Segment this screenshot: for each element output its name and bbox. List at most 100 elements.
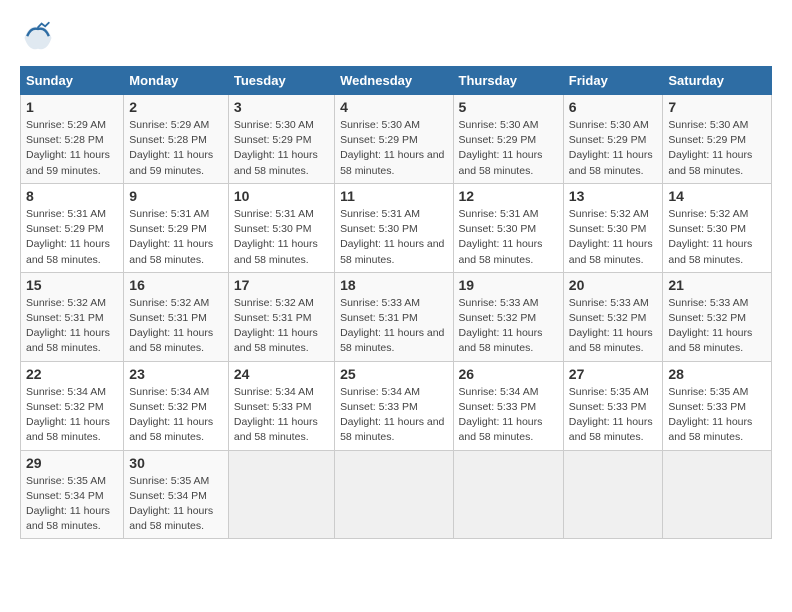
calendar-cell: 13 Sunrise: 5:32 AMSunset: 5:30 PMDaylig…	[563, 183, 663, 272]
day-number: 20	[569, 277, 658, 293]
calendar-cell: 18 Sunrise: 5:33 AMSunset: 5:31 PMDaylig…	[335, 272, 453, 361]
day-number: 14	[668, 188, 766, 204]
calendar-cell: 23 Sunrise: 5:34 AMSunset: 5:32 PMDaylig…	[124, 361, 229, 450]
day-detail: Sunrise: 5:35 AMSunset: 5:33 PMDaylight:…	[668, 385, 766, 446]
calendar-cell: 19 Sunrise: 5:33 AMSunset: 5:32 PMDaylig…	[453, 272, 563, 361]
calendar-week-0: 1 Sunrise: 5:29 AMSunset: 5:28 PMDayligh…	[21, 95, 772, 184]
calendar-cell: 1 Sunrise: 5:29 AMSunset: 5:28 PMDayligh…	[21, 95, 124, 184]
day-number: 10	[234, 188, 329, 204]
calendar-cell: 2 Sunrise: 5:29 AMSunset: 5:28 PMDayligh…	[124, 95, 229, 184]
day-detail: Sunrise: 5:31 AMSunset: 5:29 PMDaylight:…	[26, 207, 118, 268]
calendar-body: 1 Sunrise: 5:29 AMSunset: 5:28 PMDayligh…	[21, 95, 772, 539]
calendar-cell	[453, 450, 563, 539]
calendar-cell: 28 Sunrise: 5:35 AMSunset: 5:33 PMDaylig…	[663, 361, 772, 450]
day-number: 11	[340, 188, 447, 204]
calendar-cell	[563, 450, 663, 539]
day-number: 9	[129, 188, 223, 204]
day-detail: Sunrise: 5:34 AMSunset: 5:32 PMDaylight:…	[26, 385, 118, 446]
calendar-cell: 12 Sunrise: 5:31 AMSunset: 5:30 PMDaylig…	[453, 183, 563, 272]
day-number: 16	[129, 277, 223, 293]
calendar-cell: 4 Sunrise: 5:30 AMSunset: 5:29 PMDayligh…	[335, 95, 453, 184]
day-number: 3	[234, 99, 329, 115]
col-thursday: Thursday	[453, 67, 563, 95]
calendar-cell: 27 Sunrise: 5:35 AMSunset: 5:33 PMDaylig…	[563, 361, 663, 450]
day-number: 25	[340, 366, 447, 382]
calendar-cell: 8 Sunrise: 5:31 AMSunset: 5:29 PMDayligh…	[21, 183, 124, 272]
calendar-table: Sunday Monday Tuesday Wednesday Thursday…	[20, 66, 772, 539]
day-detail: Sunrise: 5:30 AMSunset: 5:29 PMDaylight:…	[340, 118, 447, 179]
day-detail: Sunrise: 5:31 AMSunset: 5:30 PMDaylight:…	[234, 207, 329, 268]
day-detail: Sunrise: 5:33 AMSunset: 5:32 PMDaylight:…	[569, 296, 658, 357]
day-detail: Sunrise: 5:30 AMSunset: 5:29 PMDaylight:…	[668, 118, 766, 179]
day-number: 23	[129, 366, 223, 382]
day-detail: Sunrise: 5:32 AMSunset: 5:30 PMDaylight:…	[569, 207, 658, 268]
col-wednesday: Wednesday	[335, 67, 453, 95]
day-detail: Sunrise: 5:34 AMSunset: 5:33 PMDaylight:…	[340, 385, 447, 446]
calendar-cell: 9 Sunrise: 5:31 AMSunset: 5:29 PMDayligh…	[124, 183, 229, 272]
day-number: 30	[129, 455, 223, 471]
day-number: 21	[668, 277, 766, 293]
day-number: 4	[340, 99, 447, 115]
day-detail: Sunrise: 5:34 AMSunset: 5:33 PMDaylight:…	[459, 385, 558, 446]
day-detail: Sunrise: 5:32 AMSunset: 5:31 PMDaylight:…	[26, 296, 118, 357]
calendar-cell: 22 Sunrise: 5:34 AMSunset: 5:32 PMDaylig…	[21, 361, 124, 450]
calendar-cell: 5 Sunrise: 5:30 AMSunset: 5:29 PMDayligh…	[453, 95, 563, 184]
logo-icon	[20, 20, 56, 56]
calendar-cell: 6 Sunrise: 5:30 AMSunset: 5:29 PMDayligh…	[563, 95, 663, 184]
day-detail: Sunrise: 5:30 AMSunset: 5:29 PMDaylight:…	[234, 118, 329, 179]
calendar-week-3: 22 Sunrise: 5:34 AMSunset: 5:32 PMDaylig…	[21, 361, 772, 450]
col-monday: Monday	[124, 67, 229, 95]
day-detail: Sunrise: 5:35 AMSunset: 5:33 PMDaylight:…	[569, 385, 658, 446]
day-number: 24	[234, 366, 329, 382]
day-number: 1	[26, 99, 118, 115]
calendar-cell: 15 Sunrise: 5:32 AMSunset: 5:31 PMDaylig…	[21, 272, 124, 361]
col-tuesday: Tuesday	[228, 67, 334, 95]
day-number: 19	[459, 277, 558, 293]
calendar-cell: 16 Sunrise: 5:32 AMSunset: 5:31 PMDaylig…	[124, 272, 229, 361]
day-detail: Sunrise: 5:35 AMSunset: 5:34 PMDaylight:…	[129, 474, 223, 535]
calendar-cell: 3 Sunrise: 5:30 AMSunset: 5:29 PMDayligh…	[228, 95, 334, 184]
day-detail: Sunrise: 5:34 AMSunset: 5:33 PMDaylight:…	[234, 385, 329, 446]
day-detail: Sunrise: 5:31 AMSunset: 5:30 PMDaylight:…	[459, 207, 558, 268]
calendar-cell: 17 Sunrise: 5:32 AMSunset: 5:31 PMDaylig…	[228, 272, 334, 361]
day-number: 27	[569, 366, 658, 382]
col-sunday: Sunday	[21, 67, 124, 95]
day-number: 17	[234, 277, 329, 293]
col-friday: Friday	[563, 67, 663, 95]
day-detail: Sunrise: 5:31 AMSunset: 5:29 PMDaylight:…	[129, 207, 223, 268]
day-number: 7	[668, 99, 766, 115]
day-number: 15	[26, 277, 118, 293]
day-detail: Sunrise: 5:31 AMSunset: 5:30 PMDaylight:…	[340, 207, 447, 268]
calendar-cell: 11 Sunrise: 5:31 AMSunset: 5:30 PMDaylig…	[335, 183, 453, 272]
calendar-cell: 29 Sunrise: 5:35 AMSunset: 5:34 PMDaylig…	[21, 450, 124, 539]
day-number: 26	[459, 366, 558, 382]
calendar-cell	[663, 450, 772, 539]
calendar-cell: 21 Sunrise: 5:33 AMSunset: 5:32 PMDaylig…	[663, 272, 772, 361]
day-number: 6	[569, 99, 658, 115]
calendar-cell	[228, 450, 334, 539]
day-detail: Sunrise: 5:33 AMSunset: 5:32 PMDaylight:…	[668, 296, 766, 357]
day-detail: Sunrise: 5:32 AMSunset: 5:31 PMDaylight:…	[234, 296, 329, 357]
day-detail: Sunrise: 5:33 AMSunset: 5:32 PMDaylight:…	[459, 296, 558, 357]
day-number: 12	[459, 188, 558, 204]
day-number: 2	[129, 99, 223, 115]
day-detail: Sunrise: 5:34 AMSunset: 5:32 PMDaylight:…	[129, 385, 223, 446]
day-detail: Sunrise: 5:35 AMSunset: 5:34 PMDaylight:…	[26, 474, 118, 535]
day-number: 13	[569, 188, 658, 204]
day-number: 5	[459, 99, 558, 115]
col-saturday: Saturday	[663, 67, 772, 95]
calendar-cell: 7 Sunrise: 5:30 AMSunset: 5:29 PMDayligh…	[663, 95, 772, 184]
calendar-cell: 25 Sunrise: 5:34 AMSunset: 5:33 PMDaylig…	[335, 361, 453, 450]
calendar-cell: 30 Sunrise: 5:35 AMSunset: 5:34 PMDaylig…	[124, 450, 229, 539]
calendar-cell: 24 Sunrise: 5:34 AMSunset: 5:33 PMDaylig…	[228, 361, 334, 450]
page-header	[20, 20, 772, 56]
logo	[20, 20, 60, 56]
day-detail: Sunrise: 5:29 AMSunset: 5:28 PMDaylight:…	[26, 118, 118, 179]
day-detail: Sunrise: 5:32 AMSunset: 5:30 PMDaylight:…	[668, 207, 766, 268]
day-detail: Sunrise: 5:29 AMSunset: 5:28 PMDaylight:…	[129, 118, 223, 179]
calendar-week-4: 29 Sunrise: 5:35 AMSunset: 5:34 PMDaylig…	[21, 450, 772, 539]
calendar-cell: 26 Sunrise: 5:34 AMSunset: 5:33 PMDaylig…	[453, 361, 563, 450]
calendar-week-1: 8 Sunrise: 5:31 AMSunset: 5:29 PMDayligh…	[21, 183, 772, 272]
calendar-header: Sunday Monday Tuesday Wednesday Thursday…	[21, 67, 772, 95]
calendar-cell: 14 Sunrise: 5:32 AMSunset: 5:30 PMDaylig…	[663, 183, 772, 272]
